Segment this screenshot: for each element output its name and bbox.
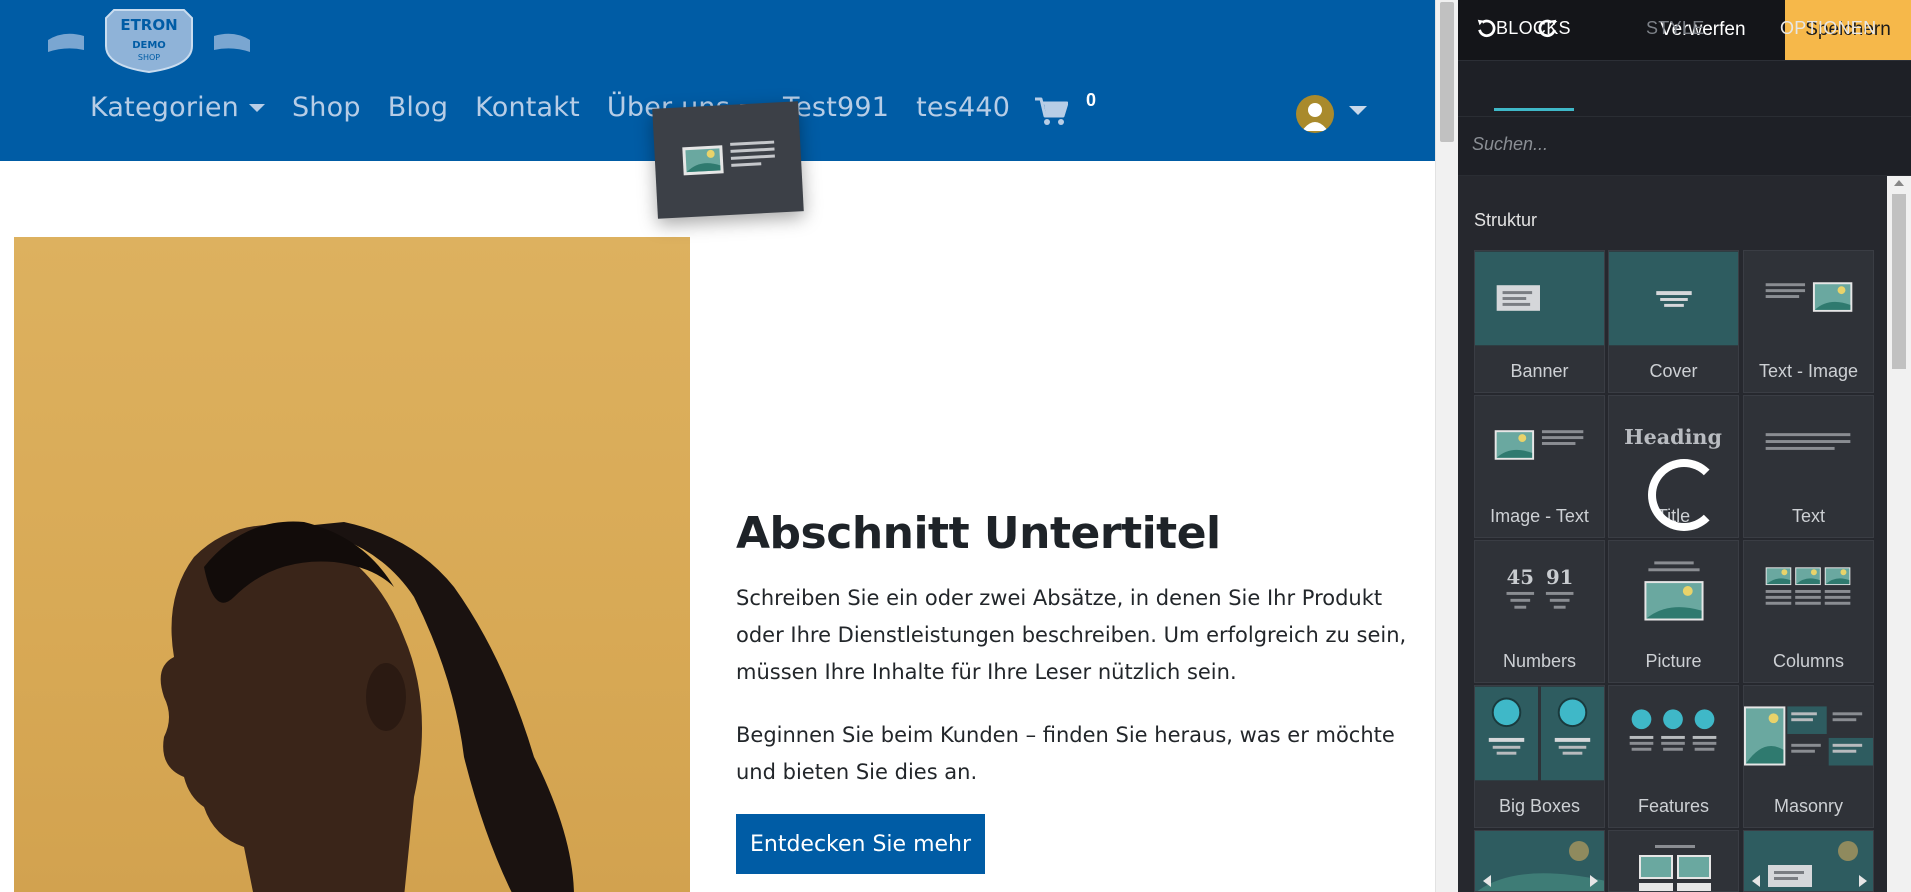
block-label: Picture <box>1645 651 1702 671</box>
block-tile-banner[interactable]: Banner <box>1474 250 1605 393</box>
nav-item-label: Kategorien <box>90 92 239 123</box>
masonry-block-icon <box>1744 706 1873 766</box>
block-label: Text - Image <box>1758 361 1859 381</box>
tab-options[interactable]: OPTIONEN <box>1780 0 1876 56</box>
website-preview: ETRON DEMO SHOP Kategorien Shop Blog Kontak… <box>0 0 1435 892</box>
logo-sub2: SHOP <box>138 53 160 62</box>
block-label: Numbers <box>1502 651 1577 671</box>
nav-item-label: Kontakt <box>475 92 580 123</box>
logo-sub: DEMO <box>132 40 166 51</box>
block-tile-columns[interactable]: Columns <box>1743 540 1874 683</box>
nav-item-shop[interactable]: Shop <box>292 92 361 123</box>
discover-more-button[interactable]: Entdecken Sie mehr <box>736 814 985 874</box>
chevron-down-icon[interactable] <box>1349 106 1367 115</box>
title-thumb-heading: Heading <box>1624 425 1722 449</box>
block-tile-carousel[interactable] <box>1474 830 1605 892</box>
image-text-block-icon <box>682 140 775 176</box>
nav-item-kontakt[interactable]: Kontakt <box>475 92 580 123</box>
user-avatar[interactable] <box>1296 95 1334 133</box>
block-search-input[interactable] <box>1472 124 1892 164</box>
user-icon <box>1302 103 1328 131</box>
tab-blocks[interactable]: BLOCKS <box>1496 0 1571 56</box>
block-tile-text[interactable]: Text <box>1743 395 1874 538</box>
main-nav: KategorienShopBlogKontaktÜber unsTest991… <box>90 92 1037 123</box>
block-label: Text <box>1791 506 1825 526</box>
section-subtitle: Abschnitt Untertitel <box>736 508 1221 559</box>
numbers-thumb-value-2: 91 <box>1546 566 1573 589</box>
block-label: Columns <box>1772 651 1845 671</box>
block-label: Features <box>1637 796 1710 816</box>
text-image-block-icon <box>1765 282 1853 312</box>
cart-icon[interactable] <box>1034 96 1068 126</box>
loading-spinner-icon <box>1648 459 1720 531</box>
panel-scrollbar[interactable] <box>1887 176 1911 892</box>
big-boxes-block-icon <box>1475 686 1604 781</box>
site-logo[interactable]: ETRON DEMO SHOP <box>44 6 254 74</box>
active-tab-indicator <box>1494 108 1574 111</box>
scroll-up-arrow-icon[interactable] <box>1894 180 1904 186</box>
panel-scrollbar-thumb[interactable] <box>1892 194 1906 369</box>
tab-style[interactable]: STYLE <box>1646 0 1705 56</box>
text-block-icon <box>1765 433 1851 450</box>
block-label: Image - Text <box>1490 506 1589 526</box>
section-paragraph-2: Beginnen Sie beim Kunden – finden Sie he… <box>736 723 1395 784</box>
nav-item-blog[interactable]: Blog <box>388 92 448 123</box>
banner-block-icon <box>1475 251 1604 346</box>
numbers-thumb-value-1: 45 <box>1507 566 1534 589</box>
image-text-block-icon <box>1494 430 1584 460</box>
cart-count-badge: 0 <box>1086 90 1097 110</box>
chevron-down-icon <box>248 103 265 112</box>
logo-text: ETRON <box>120 16 177 34</box>
section-paragraph-1: Schreiben Sie ein oder zwei Absätze, in … <box>736 586 1407 684</box>
block-tile-text-image[interactable]: Text - Image <box>1743 250 1874 393</box>
slider-block-icon <box>1744 831 1873 891</box>
columns-block-icon <box>1765 567 1851 605</box>
block-tile-image-text[interactable]: Image - Text <box>1474 395 1605 538</box>
nav-item-tes440[interactable]: tes440 <box>916 92 1010 123</box>
numbers-block-icon: 45 91 <box>1506 566 1574 609</box>
block-tile-slider[interactable] <box>1743 830 1874 892</box>
block-tile-big-boxes[interactable]: Big Boxes <box>1474 685 1605 828</box>
carousel-block-icon <box>1475 831 1604 891</box>
page-scrollbar-thumb[interactable] <box>1440 2 1454 142</box>
page-scrollbar[interactable] <box>1435 0 1458 892</box>
drag-ghost-block[interactable] <box>652 101 804 219</box>
picture-block-icon <box>1644 561 1704 621</box>
block-tile-numbers[interactable]: 45 91 Numbers <box>1474 540 1605 683</box>
nav-item-kategorien[interactable]: Kategorien <box>90 92 265 123</box>
block-label: Cover <box>1649 361 1698 381</box>
nav-item-label: Shop <box>291 92 361 123</box>
block-tile-gallery[interactable] <box>1608 830 1739 892</box>
block-tile-masonry[interactable]: Masonry <box>1743 685 1874 828</box>
portrait-illustration <box>160 521 574 892</box>
nav-item-label: tes440 <box>916 92 1011 123</box>
block-tile-features[interactable]: Features <box>1608 685 1739 828</box>
block-label: Masonry <box>1773 796 1844 816</box>
gallery-block-icon <box>1639 845 1711 891</box>
cover-block-icon <box>1609 251 1738 346</box>
nav-item-label: Blog <box>387 92 449 123</box>
block-tile-picture[interactable]: Picture <box>1608 540 1739 683</box>
structure-section-label: Struktur <box>1474 210 1538 230</box>
block-label: Big Boxes <box>1498 796 1581 816</box>
features-block-icon <box>1629 709 1717 751</box>
hero-image <box>14 237 690 892</box>
block-tile-cover[interactable]: Cover <box>1608 250 1739 393</box>
block-label: Banner <box>1510 361 1569 381</box>
